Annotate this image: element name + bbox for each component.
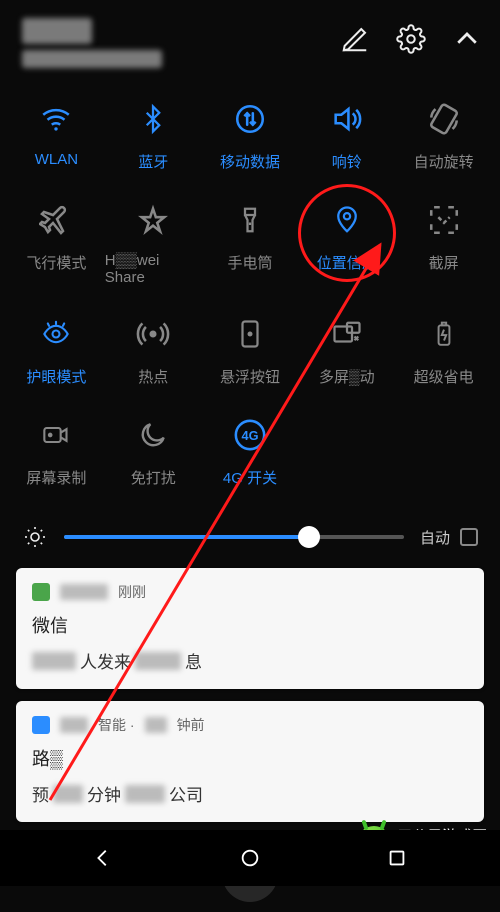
eye-icon xyxy=(36,314,76,354)
settings-gear-icon[interactable] xyxy=(396,24,426,54)
qs-tile-location[interactable]: 位置信息 xyxy=(298,200,395,286)
clock-date-block xyxy=(22,18,340,73)
notif-body: 人发来 息 xyxy=(32,648,468,673)
notification-card[interactable]: 刚刚 微信 人发来 息 xyxy=(16,568,484,689)
qs-tile-hotspot[interactable]: 热点 xyxy=(105,314,202,387)
notification-card[interactable]: 智能 · 钟前 路▒ 预 分钟 公司 xyxy=(16,701,484,822)
qs-tile-screenrec[interactable]: 屏幕录制 xyxy=(8,415,105,488)
notif-app-mid: 智能 · xyxy=(98,715,135,735)
wechat-app-icon xyxy=(32,583,50,601)
quick-settings-grid: WLAN 蓝牙 移动数据 响铃 自动旋转飞行模式 H▒▒wei Share 手电筒 位置信息 截… xyxy=(0,81,500,496)
notif-time: 钟前 xyxy=(177,715,205,735)
qs-tile-label: 4G 开关 xyxy=(223,467,277,488)
brightness-icon xyxy=(22,524,48,550)
battery-icon xyxy=(424,314,464,354)
sound-icon xyxy=(327,99,367,139)
system-navbar xyxy=(0,830,500,886)
qs-tile-fourg[interactable]: 4G 4G 开关 xyxy=(202,415,299,488)
moon-icon xyxy=(133,415,173,455)
qs-tile-label: 响铃 xyxy=(332,151,362,172)
qs-tile-label: WLAN xyxy=(35,151,78,168)
qs-tile-label: 移动数据 xyxy=(220,151,280,172)
qs-tile-huaweishare[interactable]: H▒▒wei Share xyxy=(105,200,202,286)
qs-tile-label: H▒▒wei Share xyxy=(105,252,202,286)
nav-back-button[interactable] xyxy=(89,844,117,872)
notif-title: 微信 xyxy=(32,612,468,638)
location-icon xyxy=(327,200,367,240)
camrec-icon xyxy=(36,415,76,455)
brightness-auto-checkbox[interactable] xyxy=(460,528,478,546)
brightness-slider[interactable] xyxy=(64,535,404,539)
qs-tile-label: 位置信息 xyxy=(317,252,377,273)
brightness-auto-label: 自动 xyxy=(420,527,450,548)
qs-tile-dnd[interactable]: 免打扰 xyxy=(105,415,202,488)
qs-tile-label: 屏幕录制 xyxy=(26,467,86,488)
notif-time: 刚刚 xyxy=(118,582,146,602)
flashlight-icon xyxy=(230,200,270,240)
qs-tile-multiscreen[interactable]: 多屏▒动 xyxy=(298,314,395,387)
qs-tile-mobiledata[interactable]: 移动数据 xyxy=(202,99,299,172)
qs-tile-label: 手电筒 xyxy=(227,252,272,273)
qs-tile-label: 自动旋转 xyxy=(414,151,474,172)
qs-tile-label: 截屏 xyxy=(429,252,459,273)
qs-tile-screenshot[interactable]: 截屏 xyxy=(395,200,492,286)
qs-tile-label: 飞行模式 xyxy=(26,252,86,273)
wifi-icon xyxy=(36,99,76,139)
qs-tile-bluetooth[interactable]: 蓝牙 xyxy=(105,99,202,172)
collapse-chevron-up-icon[interactable] xyxy=(452,24,482,54)
airplane-icon xyxy=(36,200,76,240)
qs-tile-airplane[interactable]: 飞行模式 xyxy=(8,200,105,286)
mobiledata-icon xyxy=(230,99,270,139)
notification-list: 刚刚 微信 人发来 息 智能 · 钟前 路▒ 预 分钟 公司 xyxy=(0,568,500,822)
svg-text:4G: 4G xyxy=(241,428,258,443)
fourg-icon: 4G xyxy=(230,415,270,455)
brightness-row: 自动 xyxy=(0,496,500,568)
qs-tile-eyecare[interactable]: 护眼模式 xyxy=(8,314,105,387)
floatbtn-icon xyxy=(230,314,270,354)
panel-header xyxy=(0,0,500,81)
qs-tile-label: 超级省电 xyxy=(414,366,474,387)
qs-tile-floatbtn[interactable]: 悬浮按钮 xyxy=(202,314,299,387)
qs-tile-wlan[interactable]: WLAN xyxy=(8,99,105,172)
hotspot-icon xyxy=(133,314,173,354)
multiscreen-icon xyxy=(327,314,367,354)
share-icon xyxy=(133,200,173,240)
smart-app-icon xyxy=(32,716,50,734)
qs-tile-ring[interactable]: 响铃 xyxy=(298,99,395,172)
nav-home-button[interactable] xyxy=(236,844,264,872)
bluetooth-icon xyxy=(133,99,173,139)
qs-tile-label: 蓝牙 xyxy=(138,151,168,172)
qs-tile-label: 热点 xyxy=(138,366,168,387)
edit-icon[interactable] xyxy=(340,24,370,54)
qs-tile-label: 护眼模式 xyxy=(26,366,86,387)
qs-tile-powersave[interactable]: 超级省电 xyxy=(395,314,492,387)
nav-recent-button[interactable] xyxy=(383,844,411,872)
rotate-icon xyxy=(424,99,464,139)
qs-tile-label: 多屏▒动 xyxy=(319,366,375,387)
notif-body: 预 分钟 公司 xyxy=(32,781,468,806)
notif-title: 路▒ xyxy=(32,745,468,771)
qs-tile-label: 免打扰 xyxy=(131,467,176,488)
qs-tile-label: 悬浮按钮 xyxy=(220,366,280,387)
qs-tile-autorotate[interactable]: 自动旋转 xyxy=(395,99,492,172)
screenshot-icon xyxy=(424,200,464,240)
qs-tile-flashlight[interactable]: 手电筒 xyxy=(202,200,299,286)
